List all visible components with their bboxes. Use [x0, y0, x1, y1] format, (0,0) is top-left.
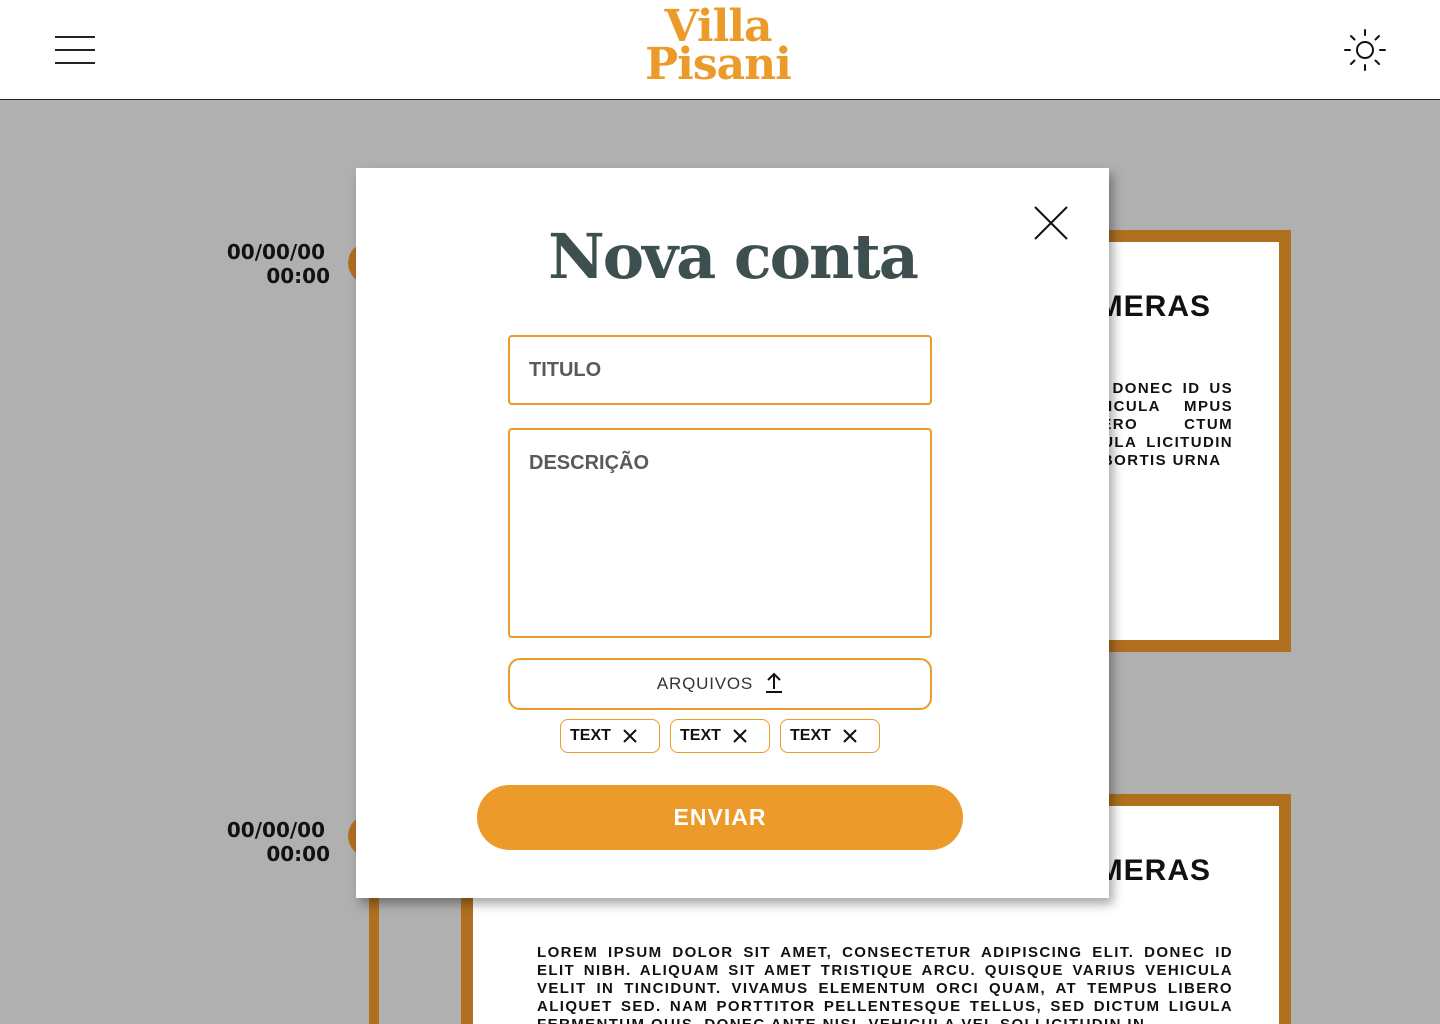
logo[interactable]: Villa Pisani	[620, 5, 816, 90]
timeline-time-value: 00:00	[266, 264, 330, 288]
timeline-date: 00/00/00 00:00	[150, 818, 330, 866]
modal-title: Nova conta	[548, 220, 919, 293]
title-input[interactable]	[508, 335, 932, 405]
remove-file-icon[interactable]	[732, 728, 748, 744]
file-chip-label: TEXT	[790, 727, 831, 744]
hamburger-menu-icon[interactable]	[55, 36, 95, 64]
timeline-date-value: 00/00/00	[226, 818, 325, 842]
remove-file-icon[interactable]	[842, 728, 858, 744]
timeline-card-title: MERAS	[1097, 854, 1211, 887]
file-chip[interactable]: TEXT	[560, 719, 660, 753]
timeline-line	[369, 880, 379, 1024]
file-chip[interactable]: TEXT	[780, 719, 880, 753]
timeline-card-title: MERAS	[1097, 290, 1211, 323]
timeline-time-value: 00:00	[266, 842, 330, 866]
timeline-date-value: 00/00/00	[226, 240, 325, 264]
header: Villa Pisani	[0, 0, 1440, 100]
remove-file-icon[interactable]	[622, 728, 638, 744]
upload-label: ARQUIVOS	[656, 674, 754, 693]
logo-line-2: Pisani	[645, 39, 792, 90]
attached-files-list: TEXT TEXT TEXT	[560, 719, 880, 753]
file-chip-label: TEXT	[570, 727, 611, 744]
upload-files-button[interactable]: ARQUIVOS	[508, 658, 932, 710]
timeline-date: 00/00/00 00:00	[150, 240, 330, 288]
new-account-modal: Nova conta ARQUIVOS TEXT TEXT TEXT	[356, 168, 1109, 898]
file-chip[interactable]: TEXT	[670, 719, 770, 753]
description-textarea[interactable]	[508, 428, 932, 638]
submit-button[interactable]: ENVIAR	[477, 785, 963, 850]
sun-icon[interactable]	[1340, 26, 1390, 76]
timeline-card-text: LOREM IPSUM DOLOR SIT AMET, CONSECTETUR …	[537, 944, 1233, 1024]
upload-arrow-icon	[765, 671, 783, 697]
file-chip-label: TEXT	[680, 727, 721, 744]
